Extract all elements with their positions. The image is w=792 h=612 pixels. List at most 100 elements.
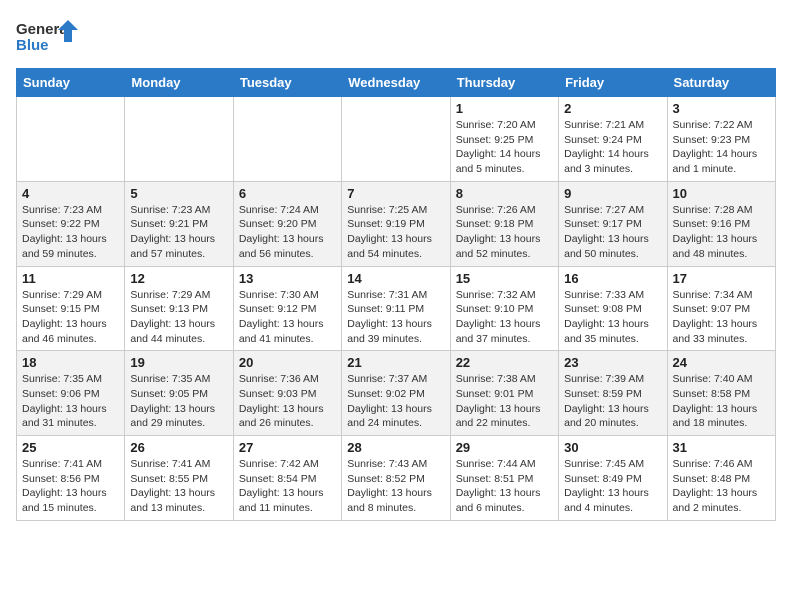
day-info: Sunrise: 7:41 AMSunset: 8:56 PMDaylight:… [22,457,119,516]
day-info: Sunrise: 7:37 AMSunset: 9:02 PMDaylight:… [347,372,444,431]
weekday-header-tuesday: Tuesday [233,69,341,97]
day-info: Sunrise: 7:36 AMSunset: 9:03 PMDaylight:… [239,372,336,431]
day-number: 6 [239,186,336,201]
day-number: 20 [239,355,336,370]
calendar-cell: 9 Sunrise: 7:27 AMSunset: 9:17 PMDaylight… [559,181,667,266]
calendar-cell: 13 Sunrise: 7:30 AMSunset: 9:12 PMDayligh… [233,266,341,351]
day-info: Sunrise: 7:39 AMSunset: 8:59 PMDaylight:… [564,372,661,431]
day-number: 30 [564,440,661,455]
calendar-cell [233,97,341,182]
day-number: 4 [22,186,119,201]
day-info: Sunrise: 7:33 AMSunset: 9:08 PMDaylight:… [564,288,661,347]
calendar-cell: 3 Sunrise: 7:22 AMSunset: 9:23 PMDaylight… [667,97,775,182]
calendar-cell [17,97,125,182]
day-number: 18 [22,355,119,370]
calendar-cell: 16 Sunrise: 7:33 AMSunset: 9:08 PMDayligh… [559,266,667,351]
day-info: Sunrise: 7:26 AMSunset: 9:18 PMDaylight:… [456,203,553,262]
calendar-cell: 5 Sunrise: 7:23 AMSunset: 9:21 PMDaylight… [125,181,233,266]
day-number: 1 [456,101,553,116]
calendar-cell: 20 Sunrise: 7:36 AMSunset: 9:03 PMDayligh… [233,351,341,436]
day-number: 23 [564,355,661,370]
calendar-cell: 17 Sunrise: 7:34 AMSunset: 9:07 PMDayligh… [667,266,775,351]
day-number: 15 [456,271,553,286]
calendar-cell: 28 Sunrise: 7:43 AMSunset: 8:52 PMDayligh… [342,436,450,521]
calendar-week-row: 4 Sunrise: 7:23 AMSunset: 9:22 PMDaylight… [17,181,776,266]
day-number: 22 [456,355,553,370]
calendar-cell: 29Sunrise: 7:44 AMSunset: 8:51 PMDayligh… [450,436,558,521]
day-number: 28 [347,440,444,455]
day-number: 26 [130,440,227,455]
calendar-cell: 27 Sunrise: 7:42 AMSunset: 8:54 PMDayligh… [233,436,341,521]
day-number: 12 [130,271,227,286]
day-info: Sunrise: 7:41 AMSunset: 8:55 PMDaylight:… [130,457,227,516]
day-number: 11 [22,271,119,286]
day-number: 5 [130,186,227,201]
calendar-cell: 19Sunrise: 7:35 AMSunset: 9:05 PMDayligh… [125,351,233,436]
weekday-header-friday: Friday [559,69,667,97]
day-info: Sunrise: 7:35 AMSunset: 9:05 PMDaylight:… [130,372,227,431]
day-number: 8 [456,186,553,201]
day-info: Sunrise: 7:23 AMSunset: 9:21 PMDaylight:… [130,203,227,262]
calendar-cell: 18 Sunrise: 7:35 AMSunset: 9:06 PMDayligh… [17,351,125,436]
calendar-cell: 15 Sunrise: 7:32 AMSunset: 9:10 PMDayligh… [450,266,558,351]
calendar-cell: 22Sunrise: 7:38 AMSunset: 9:01 PMDayligh… [450,351,558,436]
day-info: Sunrise: 7:32 AMSunset: 9:10 PMDaylight:… [456,288,553,347]
calendar-cell: 31 Sunrise: 7:46 AMSunset: 8:48 PMDayligh… [667,436,775,521]
day-info: Sunrise: 7:40 AMSunset: 8:58 PMDaylight:… [673,372,770,431]
calendar-cell: 2 Sunrise: 7:21 AMSunset: 9:24 PMDaylight… [559,97,667,182]
calendar-cell: 11 Sunrise: 7:29 AMSunset: 9:15 PMDayligh… [17,266,125,351]
day-number: 29 [456,440,553,455]
calendar-cell: 26 Sunrise: 7:41 AMSunset: 8:55 PMDayligh… [125,436,233,521]
day-info: Sunrise: 7:22 AMSunset: 9:23 PMDaylight:… [673,118,770,177]
day-info: Sunrise: 7:29 AMSunset: 9:13 PMDaylight:… [130,288,227,347]
day-number: 10 [673,186,770,201]
day-info: Sunrise: 7:34 AMSunset: 9:07 PMDaylight:… [673,288,770,347]
weekday-header-monday: Monday [125,69,233,97]
day-number: 21 [347,355,444,370]
calendar-table: SundayMondayTuesdayWednesdayThursdayFrid… [16,68,776,521]
day-number: 13 [239,271,336,286]
weekday-header-thursday: Thursday [450,69,558,97]
day-info: Sunrise: 7:21 AMSunset: 9:24 PMDaylight:… [564,118,661,177]
page-header: GeneralBlue [16,16,776,56]
calendar-cell: 23 Sunrise: 7:39 AMSunset: 8:59 PMDayligh… [559,351,667,436]
calendar-cell: 4 Sunrise: 7:23 AMSunset: 9:22 PMDaylight… [17,181,125,266]
day-number: 25 [22,440,119,455]
day-info: Sunrise: 7:23 AMSunset: 9:22 PMDaylight:… [22,203,119,262]
day-info: Sunrise: 7:30 AMSunset: 9:12 PMDaylight:… [239,288,336,347]
day-number: 27 [239,440,336,455]
calendar-cell: 30 Sunrise: 7:45 AMSunset: 8:49 PMDayligh… [559,436,667,521]
day-number: 2 [564,101,661,116]
calendar-week-row: 11 Sunrise: 7:29 AMSunset: 9:15 PMDayligh… [17,266,776,351]
day-info: Sunrise: 7:27 AMSunset: 9:17 PMDaylight:… [564,203,661,262]
weekday-header-saturday: Saturday [667,69,775,97]
weekday-header-wednesday: Wednesday [342,69,450,97]
day-info: Sunrise: 7:45 AMSunset: 8:49 PMDaylight:… [564,457,661,516]
day-info: Sunrise: 7:43 AMSunset: 8:52 PMDaylight:… [347,457,444,516]
day-number: 16 [564,271,661,286]
day-info: Sunrise: 7:46 AMSunset: 8:48 PMDaylight:… [673,457,770,516]
day-number: 3 [673,101,770,116]
day-info: Sunrise: 7:31 AMSunset: 9:11 PMDaylight:… [347,288,444,347]
day-number: 17 [673,271,770,286]
calendar-cell: 1Sunrise: 7:20 AMSunset: 9:25 PMDaylight… [450,97,558,182]
day-number: 24 [673,355,770,370]
calendar-cell: 14 Sunrise: 7:31 AMSunset: 9:11 PMDayligh… [342,266,450,351]
svg-text:Blue: Blue [16,37,49,54]
day-info: Sunrise: 7:42 AMSunset: 8:54 PMDaylight:… [239,457,336,516]
day-number: 14 [347,271,444,286]
calendar-cell: 7Sunrise: 7:25 AMSunset: 9:19 PMDaylight… [342,181,450,266]
day-info: Sunrise: 7:25 AMSunset: 9:19 PMDaylight:… [347,203,444,262]
day-number: 31 [673,440,770,455]
calendar-week-row: 1Sunrise: 7:20 AMSunset: 9:25 PMDaylight… [17,97,776,182]
weekday-header-row: SundayMondayTuesdayWednesdayThursdayFrid… [17,69,776,97]
weekday-header-sunday: Sunday [17,69,125,97]
day-info: Sunrise: 7:29 AMSunset: 9:15 PMDaylight:… [22,288,119,347]
logo-svg: GeneralBlue [16,16,86,56]
day-info: Sunrise: 7:35 AMSunset: 9:06 PMDaylight:… [22,372,119,431]
calendar-cell: 21 Sunrise: 7:37 AMSunset: 9:02 PMDayligh… [342,351,450,436]
calendar-cell: 24 Sunrise: 7:40 AMSunset: 8:58 PMDayligh… [667,351,775,436]
day-number: 9 [564,186,661,201]
calendar-cell: 25 Sunrise: 7:41 AMSunset: 8:56 PMDayligh… [17,436,125,521]
logo: GeneralBlue [16,16,86,56]
